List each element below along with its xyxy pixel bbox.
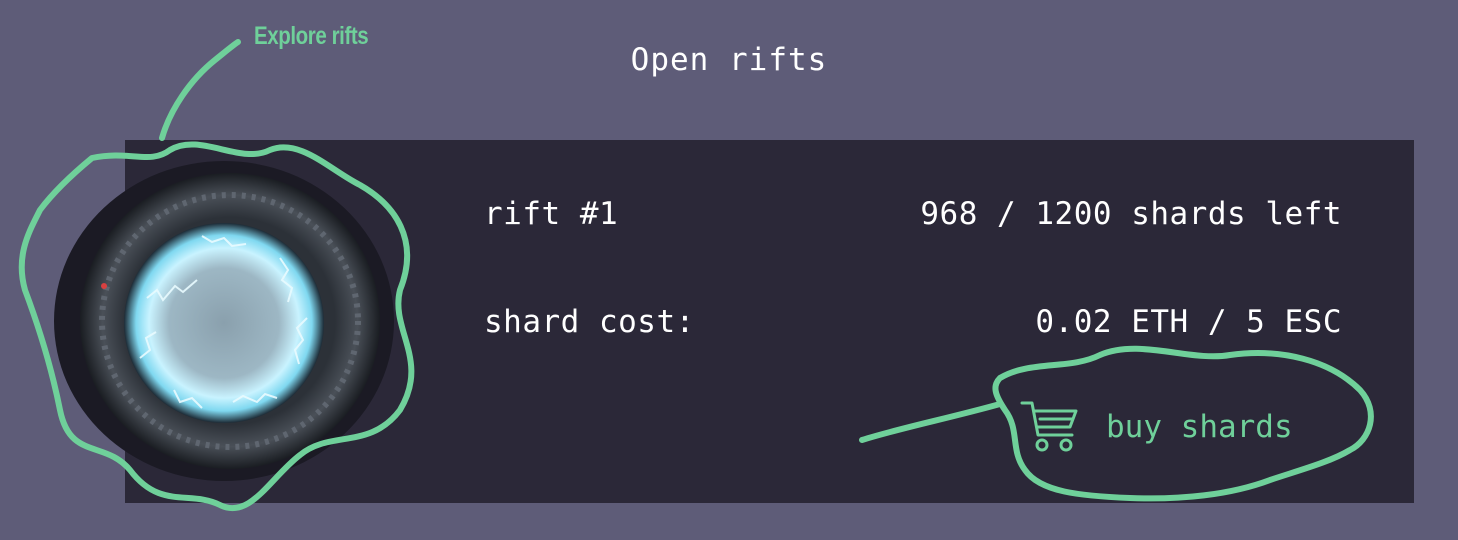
shard-cost-label: shard cost:	[484, 304, 695, 340]
shard-cost-value: 0.02 ETH / 5 ESC	[1035, 304, 1342, 340]
buy-shards-label: buy shards	[1106, 409, 1293, 445]
buy-shards-button[interactable]: buy shards	[1018, 396, 1350, 458]
explore-rifts-annotation: Explore rifts	[254, 22, 369, 50]
rift-portal-image[interactable]	[52, 158, 397, 483]
cart-icon	[1020, 401, 1078, 452]
rift-name: rift #1	[484, 196, 619, 232]
page-title: Open rifts	[630, 42, 828, 78]
shards-left-count: 968 / 1200 shards left	[920, 196, 1342, 232]
